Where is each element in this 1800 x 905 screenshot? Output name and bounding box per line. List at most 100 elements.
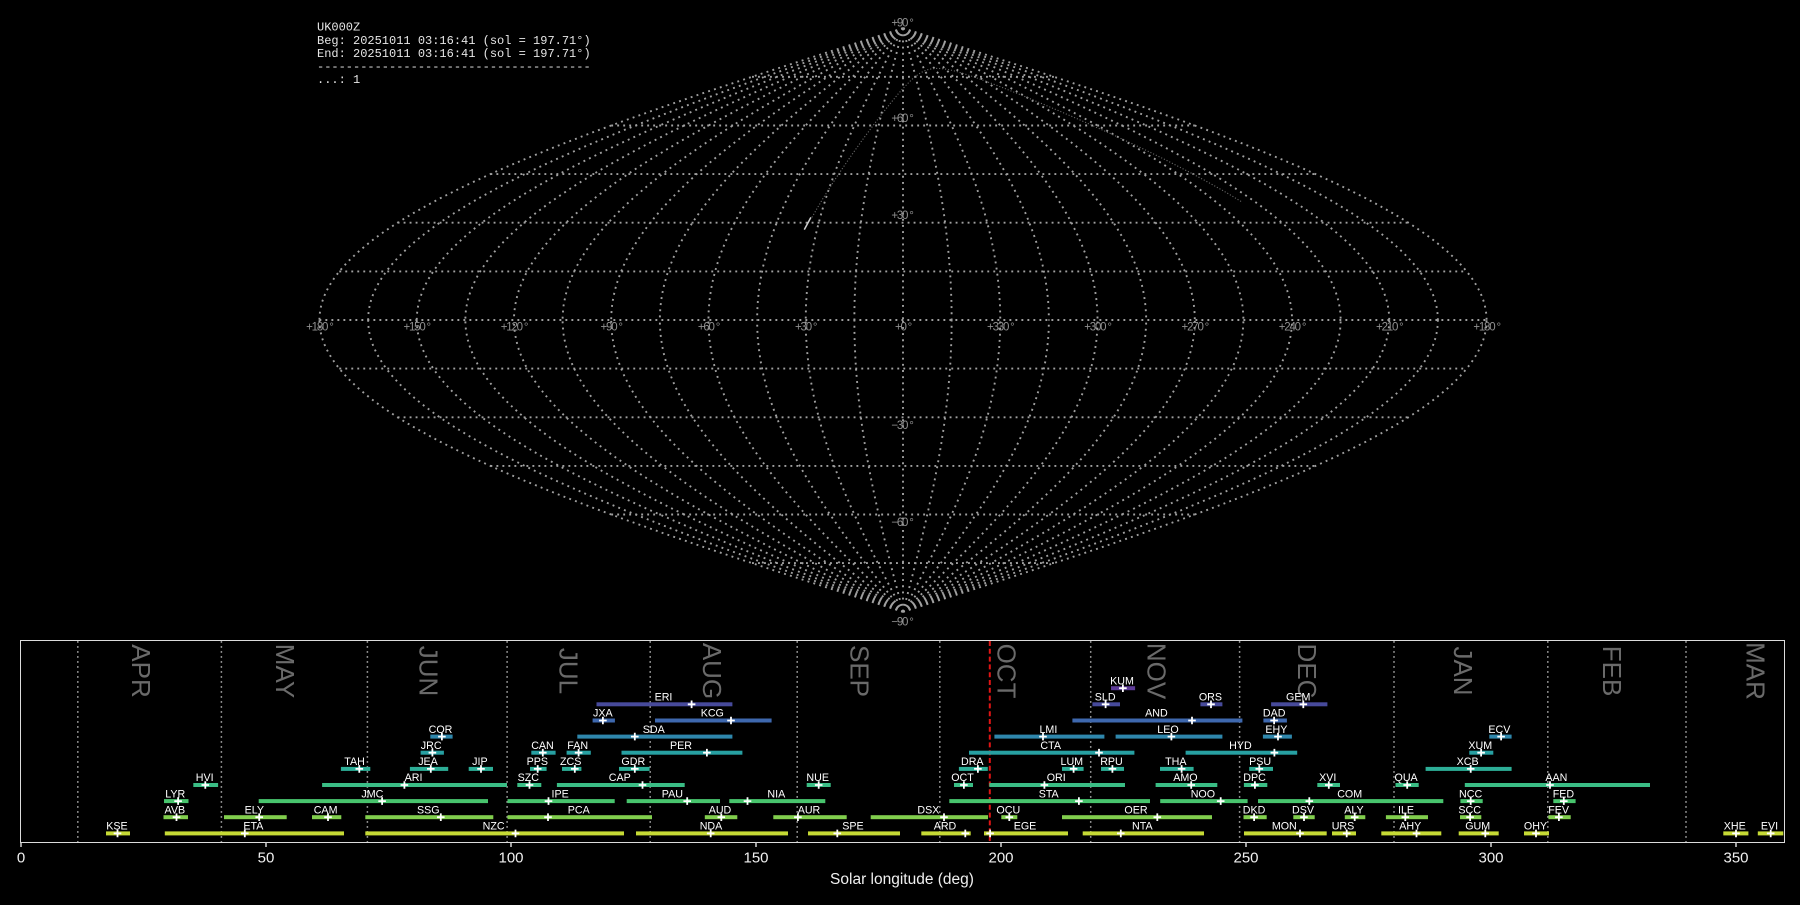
svg-text:HVI: HVI — [196, 772, 214, 784]
svg-text:+180 °: +180 ° — [306, 322, 333, 334]
svg-text:ARI: ARI — [405, 772, 423, 784]
svg-text:STA: STA — [1039, 788, 1060, 800]
svg-text:APR: APR — [126, 644, 156, 697]
svg-text:KUM: KUM — [1110, 675, 1134, 687]
svg-text:+270 °: +270 ° — [1182, 322, 1209, 334]
svg-text:XVI: XVI — [1319, 772, 1336, 784]
svg-text:AUG: AUG — [697, 643, 727, 699]
svg-text:+330 °: +330 ° — [987, 322, 1014, 334]
svg-text:−30 °: −30 ° — [891, 420, 913, 432]
svg-text:CAP: CAP — [609, 772, 631, 784]
svg-text:PER: PER — [670, 740, 692, 752]
svg-text:ILE: ILE — [1398, 804, 1414, 816]
svg-text:LEO: LEO — [1157, 724, 1178, 736]
svg-text:GDR: GDR — [621, 756, 645, 768]
svg-text:JEA: JEA — [418, 756, 438, 768]
svg-text:PAU: PAU — [662, 788, 683, 800]
svg-text:SZC: SZC — [518, 772, 540, 784]
svg-text:COM: COM — [1337, 788, 1362, 800]
svg-text:ORI: ORI — [1047, 772, 1066, 784]
svg-text:+90 °: +90 ° — [891, 18, 913, 30]
svg-text:FEB: FEB — [1597, 646, 1627, 697]
svg-text:XHE: XHE — [1724, 821, 1746, 833]
svg-text:+90 °: +90 ° — [601, 322, 623, 334]
svg-text:JXA: JXA — [593, 708, 613, 720]
svg-text:CAM: CAM — [314, 804, 338, 816]
svg-text:OER: OER — [1124, 804, 1147, 816]
svg-text:100: 100 — [498, 850, 523, 867]
svg-text:NOO: NOO — [1191, 788, 1215, 800]
svg-text:+150 °: +150 ° — [403, 322, 430, 334]
svg-text:JMC: JMC — [361, 788, 383, 800]
svg-text:+300 °: +300 ° — [1084, 322, 1111, 334]
svg-text:SEP: SEP — [844, 645, 874, 697]
svg-text:Solar longitude (deg): Solar longitude (deg) — [830, 871, 974, 888]
svg-text:AVB: AVB — [165, 804, 186, 816]
svg-text:ORS: ORS — [1199, 692, 1222, 704]
svg-text:...: 1: ...: 1 — [317, 73, 360, 87]
svg-text:DKD: DKD — [1243, 804, 1266, 816]
svg-text:OCU: OCU — [996, 804, 1020, 816]
svg-text:LYR: LYR — [165, 788, 185, 800]
svg-text:350: 350 — [1723, 850, 1748, 867]
svg-text:IPE: IPE — [551, 788, 568, 800]
svg-text:+30 °: +30 ° — [891, 210, 913, 222]
svg-text:300: 300 — [1478, 850, 1503, 867]
svg-text:+120 °: +120 ° — [501, 322, 528, 334]
svg-text:+60 °: +60 ° — [698, 322, 720, 334]
svg-text:------------------------------: -------------------------------------- — [317, 60, 591, 74]
svg-text:DRA: DRA — [961, 756, 984, 768]
svg-text:UK000Z: UK000Z — [317, 21, 360, 35]
svg-text:SPE: SPE — [842, 821, 863, 833]
svg-text:GEM: GEM — [1286, 692, 1310, 704]
svg-text:−60 °: −60 ° — [891, 517, 913, 529]
svg-text:JAN: JAN — [1448, 646, 1478, 695]
svg-text:OHY: OHY — [1524, 821, 1547, 833]
svg-text:Beg: 20251011 03:16:41 (sol =: Beg: 20251011 03:16:41 (sol = 197.71°) — [317, 34, 591, 48]
svg-text:ECV: ECV — [1488, 724, 1511, 736]
svg-text:AUD: AUD — [709, 804, 732, 816]
svg-text:ZCS: ZCS — [560, 756, 581, 768]
svg-text:250: 250 — [1233, 850, 1258, 867]
svg-text:ETA: ETA — [243, 821, 264, 833]
svg-text:DSV: DSV — [1292, 804, 1315, 816]
svg-text:THA: THA — [1165, 756, 1187, 768]
svg-text:XUM: XUM — [1468, 740, 1492, 752]
svg-text:+180 °: +180 ° — [1473, 322, 1500, 334]
svg-text:MAR: MAR — [1741, 642, 1771, 700]
svg-text:+60 °: +60 ° — [891, 113, 913, 125]
svg-text:NZC: NZC — [483, 821, 505, 833]
svg-text:SDA: SDA — [643, 724, 666, 736]
svg-text:End: 20251011 03:16:41 (sol =: End: 20251011 03:16:41 (sol = 197.71°) — [317, 47, 591, 61]
svg-text:COR: COR — [429, 724, 453, 736]
svg-text:NTA: NTA — [1132, 821, 1153, 833]
svg-text:TAH: TAH — [344, 756, 365, 768]
svg-text:GUM: GUM — [1465, 821, 1490, 833]
svg-text:+0 °: +0 ° — [895, 322, 912, 334]
svg-text:PPS: PPS — [527, 756, 548, 768]
svg-text:NCC: NCC — [1459, 788, 1482, 800]
svg-text:ALY: ALY — [1344, 804, 1363, 816]
svg-text:JUN: JUN — [414, 646, 444, 697]
svg-text:ELY: ELY — [245, 804, 264, 816]
svg-text:ERI: ERI — [655, 692, 673, 704]
svg-text:NOV: NOV — [1142, 643, 1172, 700]
svg-text:AHY: AHY — [1399, 821, 1421, 833]
svg-text:DAD: DAD — [1263, 708, 1286, 720]
svg-text:KCG: KCG — [701, 708, 724, 720]
svg-text:URS: URS — [1332, 821, 1355, 833]
svg-text:NDA: NDA — [700, 821, 723, 833]
svg-text:MAY: MAY — [270, 644, 300, 698]
svg-text:CTA: CTA — [1040, 740, 1061, 752]
svg-text:LUM: LUM — [1061, 756, 1084, 768]
svg-text:XCB: XCB — [1457, 756, 1479, 768]
svg-text:EHY: EHY — [1265, 724, 1287, 736]
svg-text:PCA: PCA — [568, 804, 591, 816]
svg-text:JIP: JIP — [472, 756, 487, 768]
svg-text:150: 150 — [743, 850, 768, 867]
svg-text:SSG: SSG — [417, 804, 440, 816]
svg-text:−90 °: −90 ° — [891, 616, 913, 628]
svg-text:DPC: DPC — [1243, 772, 1266, 784]
svg-text:DEC: DEC — [1292, 644, 1322, 699]
svg-text:+240 °: +240 ° — [1279, 322, 1306, 334]
